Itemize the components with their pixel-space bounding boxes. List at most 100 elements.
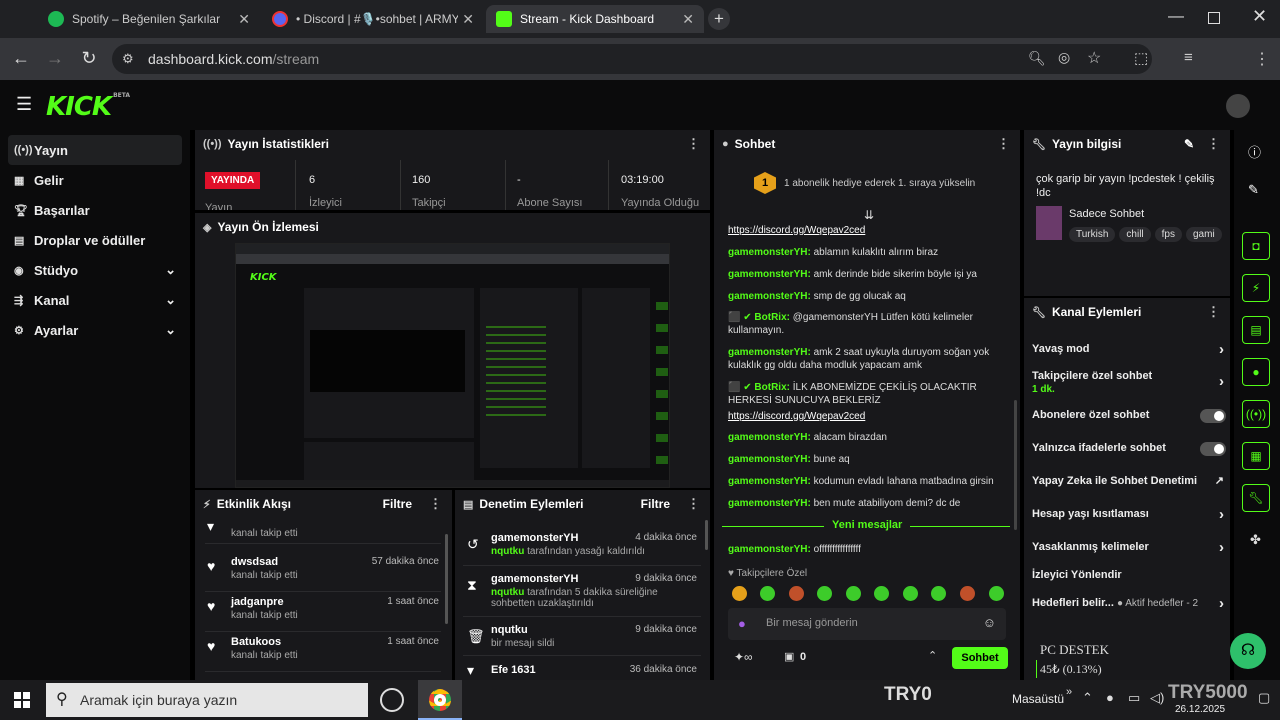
- edit-icon[interactable]: ✎: [1184, 137, 1194, 151]
- subscribers-only-toggle[interactable]: [1200, 409, 1226, 423]
- bookmark-star-icon[interactable]: ☆: [1087, 48, 1101, 68]
- chat-username[interactable]: gamemonsterYH:: [728, 247, 811, 258]
- close-tab-icon[interactable]: ✕: [458, 10, 474, 28]
- add-widget-icon[interactable]: ✤: [1250, 532, 1261, 548]
- quick-action-tools[interactable]: 🔧︎: [1242, 484, 1270, 512]
- pencil-icon[interactable]: ✎: [1248, 182, 1259, 198]
- more-options-icon[interactable]: ⋮: [687, 496, 700, 512]
- action-account-age[interactable]: Hesap yaşı kısıtlaması ›: [1032, 507, 1224, 522]
- forward-button[interactable]: →: [44, 48, 66, 69]
- emoji-icon[interactable]: [732, 586, 747, 601]
- chat-username[interactable]: gamemonsterYH:: [728, 454, 811, 465]
- settings-icon[interactable]: ⌃: [928, 649, 937, 662]
- tray-overflow-icon[interactable]: ⌃: [1082, 690, 1093, 706]
- sidebar-item-ayarlar[interactable]: ⚙ Ayarlar ⌄: [8, 315, 182, 345]
- hamburger-menu-icon[interactable]: ☰: [16, 94, 32, 115]
- sidebar-item-yayin[interactable]: ((•)) Yayın: [8, 135, 182, 165]
- chat-input[interactable]: ● Bir mesaj gönderin ☺: [728, 608, 1006, 640]
- points-icon[interactable]: ✦∞: [734, 650, 753, 664]
- more-options-icon[interactable]: ⋮: [429, 496, 442, 512]
- sidebar-item-studyo[interactable]: ◉ Stüdyo ⌄: [8, 255, 182, 285]
- send-chat-button[interactable]: Sohbet: [952, 647, 1008, 669]
- obs-app-icon[interactable]: [380, 688, 404, 712]
- close-tab-icon[interactable]: ✕: [238, 11, 250, 28]
- emoji-icon[interactable]: [960, 586, 975, 601]
- filter-button[interactable]: Filtre: [641, 497, 670, 511]
- chat-username[interactable]: gamemonsterYH:: [728, 498, 811, 509]
- sidebar-item-droplar[interactable]: ▤ Droplar ve ödüller: [8, 225, 182, 255]
- close-window-button[interactable]: ✕: [1252, 6, 1267, 27]
- quick-action-broadcast[interactable]: ((•)): [1242, 400, 1270, 428]
- reload-button[interactable]: ↻: [78, 48, 100, 69]
- tag[interactable]: chill: [1119, 227, 1151, 242]
- site-info-icon[interactable]: ⚙: [122, 51, 134, 67]
- media-control-icon[interactable]: ≡: [1184, 49, 1193, 66]
- sidebar-item-gelir[interactable]: ▦ Gelir: [8, 165, 182, 195]
- action-ai-moderation[interactable]: Yapay Zeka ile Sohbet Denetimi ↗: [1032, 475, 1224, 488]
- notifications-icon[interactable]: ▢: [1258, 690, 1270, 706]
- chat-username[interactable]: gamemonsterYH:: [728, 347, 811, 358]
- emoji-icon[interactable]: [817, 586, 832, 601]
- user-avatar[interactable]: [1226, 94, 1250, 118]
- action-slow-mode[interactable]: Yavaş mod ›: [1032, 342, 1224, 357]
- emoji-icon[interactable]: [931, 586, 946, 601]
- eye-off-icon[interactable]: ◎: [1058, 49, 1070, 66]
- emoji-icon[interactable]: [874, 586, 889, 601]
- stream-preview-video[interactable]: KICK: [235, 243, 670, 488]
- category-thumbnail[interactable]: [1036, 206, 1062, 240]
- quick-action-clip[interactable]: ◘: [1242, 232, 1270, 260]
- volume-icon[interactable]: ◁): [1150, 690, 1164, 706]
- quick-action-chat[interactable]: ●: [1242, 358, 1270, 386]
- pinned-icon[interactable]: ⇊: [864, 208, 874, 222]
- sidebar-item-kanal[interactable]: ⇶ Kanal ⌄: [8, 285, 182, 315]
- more-options-icon[interactable]: ⋮: [1207, 136, 1220, 152]
- chat-username[interactable]: BotRix:: [754, 312, 790, 323]
- action-goals[interactable]: Hedefleri belir... ● Aktif hedefler - 2 ›: [1032, 596, 1224, 611]
- chat-username[interactable]: gamemonsterYH:: [728, 432, 811, 443]
- emoji-picker-icon[interactable]: ☺: [983, 615, 996, 630]
- quick-action-bolt[interactable]: ⚡︎: [1242, 274, 1270, 302]
- tag[interactable]: Turkish: [1069, 227, 1116, 242]
- microphone-tray-icon[interactable]: ●: [1106, 690, 1114, 705]
- emoji-icon[interactable]: [760, 586, 775, 601]
- chat-username[interactable]: gamemonsterYH:: [728, 544, 811, 555]
- taskbar-search[interactable]: ⚲ Aramak için buraya yazın: [46, 683, 368, 717]
- desktop-toolbar-label[interactable]: Masaüstü: [1012, 692, 1064, 706]
- chat-link[interactable]: https://discord.gg/Wqepav2ced: [728, 411, 865, 422]
- chat-username[interactable]: gamemonsterYH:: [728, 269, 811, 280]
- tag[interactable]: gami: [1186, 227, 1222, 242]
- headset-support-icon[interactable]: ☊: [1230, 633, 1266, 669]
- more-options-icon[interactable]: ⋮: [1207, 304, 1220, 320]
- toolbar-expand-icon[interactable]: »: [1066, 686, 1072, 698]
- back-button[interactable]: ←: [10, 48, 32, 69]
- chat-username[interactable]: gamemonsterYH:: [728, 476, 811, 487]
- network-icon[interactable]: ▭: [1128, 690, 1140, 706]
- extensions-icon[interactable]: ⬚: [1134, 49, 1148, 67]
- tab-spotify[interactable]: Spotify – Beğenilen Şarkılar ✕: [38, 5, 260, 33]
- tab-kick-dashboard[interactable]: Stream - Kick Dashboard ✕: [486, 5, 704, 33]
- restore-button[interactable]: [1208, 12, 1220, 24]
- quick-action-notes[interactable]: ▤: [1242, 316, 1270, 344]
- browser-menu-icon[interactable]: ⋮: [1254, 49, 1270, 69]
- microphone-icon[interactable]: ●: [738, 616, 746, 631]
- emoji-icon[interactable]: [989, 586, 1004, 601]
- chrome-app-button[interactable]: [418, 680, 462, 720]
- tag[interactable]: fps: [1154, 227, 1182, 242]
- emote-only-toggle[interactable]: [1200, 442, 1226, 456]
- new-tab-button[interactable]: +: [708, 8, 730, 30]
- store-icon[interactable]: ▣: [784, 650, 794, 663]
- more-options-icon[interactable]: ⋮: [997, 136, 1010, 152]
- action-followers-only[interactable]: Takipçilere özel sohbet 1 dk. ›: [1032, 370, 1224, 396]
- clock-date[interactable]: 26.12.2025: [1175, 704, 1225, 715]
- emoji-icon[interactable]: [789, 586, 804, 601]
- emoji-icon[interactable]: [903, 586, 918, 601]
- chat-link[interactable]: https://discord.gg/Wqepav2ced: [728, 225, 865, 236]
- scrollbar[interactable]: [705, 520, 708, 550]
- kick-logo[interactable]: KICK BETA: [46, 92, 130, 122]
- minimize-button[interactable]: —: [1168, 8, 1184, 26]
- close-tab-icon[interactable]: ✕: [682, 11, 694, 28]
- more-options-icon[interactable]: ⋮: [687, 136, 700, 152]
- windows-start-icon[interactable]: [14, 692, 30, 708]
- action-raid[interactable]: İzleyici Yönlendir: [1032, 569, 1220, 582]
- tab-discord[interactable]: • Discord | #🎙️•sohbet | ARMY ✕: [262, 5, 484, 33]
